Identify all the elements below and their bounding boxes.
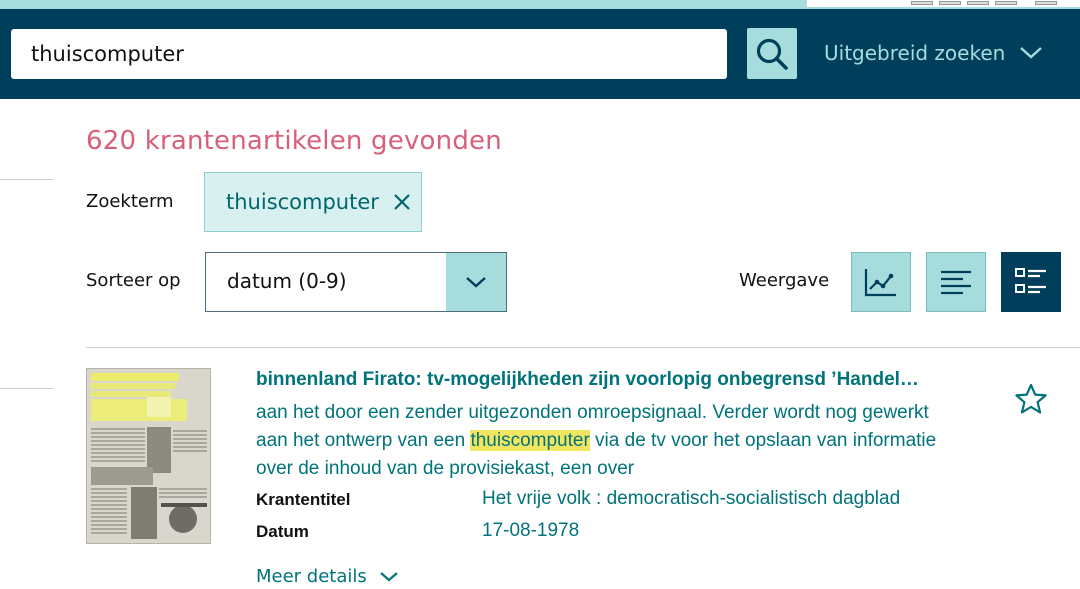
toolbar-tab [939,1,961,5]
graph-view-button[interactable] [851,252,911,312]
more-details-toggle[interactable]: Meer details [256,566,399,587]
detail-view-icon [1015,268,1046,294]
more-details-label: Meer details [256,566,367,587]
newspaper-title-label: Krantentitel [256,490,351,509]
sort-label: Sorteer op [86,270,181,291]
search-bar: Uitgebreid zoeken [0,9,1080,99]
advanced-search-toggle[interactable]: Uitgebreid zoeken [824,39,1043,67]
sort-value: datum (0-9) [227,269,347,293]
newspaper-title-value: Het vrije volk : democratisch-socialisti… [482,488,901,509]
newspaper-thumbnail[interactable] [86,368,211,544]
chevron-down-icon [466,277,486,288]
list-view-button[interactable] [926,252,986,312]
date-label: Datum [256,522,309,541]
close-icon[interactable] [393,193,411,211]
advanced-search-label: Uitgebreid zoeken [824,41,1006,65]
toolbar-tab [967,1,989,5]
snippet-text: via de tv voor het opslaan van informati… [589,430,937,451]
sidebar-divider [0,388,53,389]
toolbar-tab [995,1,1017,5]
search-icon [756,38,788,70]
result-snippet-line: over de inhoud van de provisiekast, een … [256,458,635,479]
result-title-link[interactable]: binnenland Firato: tv-mogelijkheden zijn… [256,369,1001,391]
result-count: 620 krantenartikelen gevonden [86,126,502,156]
searchterm-chip-label: thuiscomputer [226,190,379,214]
snippet-highlight: thuiscomputer [470,430,590,451]
graph-view-icon [864,269,896,297]
search-input[interactable] [11,29,727,79]
newspaper-thumbnail-image [87,369,210,543]
snippet-text: aan het ontwerp van een [256,430,471,451]
sidebar-divider [0,179,53,180]
star-icon[interactable] [1015,383,1047,415]
searchterm-label: Zoekterm [86,191,174,212]
date-value: 17-08-1978 [482,520,580,541]
list-view-icon [941,270,971,295]
toolbar-tab [911,1,933,5]
detail-view-button[interactable] [1001,252,1061,312]
view-label: Weergave [739,270,830,291]
sort-dropdown-button[interactable] [446,253,506,311]
results-divider [86,347,1080,348]
result-snippet-line: aan het door een zender uitgezonden omro… [256,402,929,423]
sort-select[interactable]: datum (0-9) [205,252,507,312]
search-button[interactable] [747,28,797,79]
chevron-down-icon [1020,47,1043,59]
searchterm-chip[interactable]: thuiscomputer [204,172,422,232]
toolbar-tab [1035,1,1057,5]
toolbar-fragment [806,0,1080,7]
chevron-down-icon [380,572,398,582]
result-snippet-line: aan het ontwerp van een thuiscomputer vi… [256,430,1016,452]
